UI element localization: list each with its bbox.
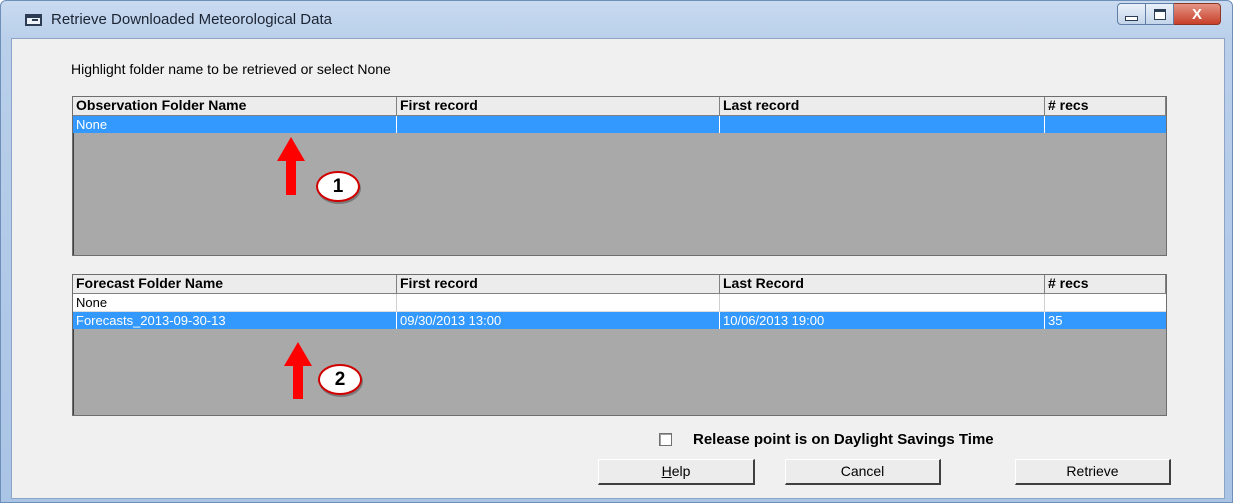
table-row[interactable]: None bbox=[73, 294, 1166, 312]
dst-checkbox-row[interactable]: Release point is on Daylight Savings Tim… bbox=[659, 431, 994, 448]
window-title: Retrieve Downloaded Meteorological Data bbox=[51, 11, 332, 28]
window-controls: X bbox=[1117, 3, 1221, 27]
callout-number-2: 2 bbox=[318, 364, 362, 395]
window-app-icon bbox=[25, 14, 42, 26]
title-bar[interactable]: Retrieve Downloaded Meteorological Data … bbox=[1, 1, 1232, 37]
retrieve-button[interactable]: Retrieve bbox=[1015, 459, 1171, 485]
last-record-cell: 10/06/2013 19:00 bbox=[720, 312, 1045, 329]
help-label: elp bbox=[671, 463, 691, 479]
minimize-icon bbox=[1125, 15, 1138, 21]
last-record-cell bbox=[720, 116, 1045, 133]
recs-cell bbox=[1045, 294, 1166, 311]
maximize-icon bbox=[1153, 8, 1166, 20]
dialog-client-area: Highlight folder name to be retrieved or… bbox=[11, 38, 1225, 499]
dst-checkbox[interactable] bbox=[659, 433, 672, 446]
column-header-recs[interactable]: # recs bbox=[1045, 97, 1166, 115]
forecast-grid-header: Forecast Folder Name First record Last R… bbox=[73, 275, 1166, 294]
maximize-button[interactable] bbox=[1146, 3, 1174, 25]
folder-name-cell: None bbox=[73, 116, 397, 133]
table-row[interactable]: None bbox=[73, 116, 1166, 133]
red-arrow-up-icon bbox=[277, 137, 305, 195]
first-record-cell: 09/30/2013 13:00 bbox=[397, 312, 720, 329]
close-button[interactable]: X bbox=[1174, 3, 1221, 25]
observation-folder-grid[interactable]: Observation Folder Name First record Las… bbox=[72, 96, 1167, 256]
recs-cell: 35 bbox=[1048, 313, 1063, 328]
help-button[interactable]: Help bbox=[598, 459, 755, 485]
first-record-cell bbox=[397, 116, 720, 133]
forecast-folder-grid[interactable]: Forecast Folder Name First record Last R… bbox=[72, 274, 1167, 416]
observation-grid-header: Observation Folder Name First record Las… bbox=[73, 97, 1166, 116]
folder-name-cell: None bbox=[73, 294, 397, 311]
minimize-button[interactable] bbox=[1117, 3, 1146, 25]
column-header-folder-name[interactable]: Forecast Folder Name bbox=[73, 275, 397, 293]
column-header-first-record[interactable]: First record bbox=[397, 97, 720, 115]
recs-cell bbox=[1045, 116, 1166, 133]
help-mnemonic: H bbox=[661, 463, 672, 479]
cancel-button[interactable]: Cancel bbox=[785, 459, 941, 485]
column-header-first-record[interactable]: First record bbox=[397, 275, 720, 293]
close-icon: X bbox=[1191, 5, 1202, 23]
column-header-folder-name[interactable]: Observation Folder Name bbox=[73, 97, 397, 115]
folder-name-cell: Forecasts_2013-09-30-13 bbox=[73, 312, 397, 329]
callout-number-1: 1 bbox=[316, 171, 360, 202]
column-header-last-record[interactable]: Last record bbox=[720, 97, 1045, 115]
dialog-window: Retrieve Downloaded Meteorological Data … bbox=[0, 0, 1233, 503]
column-header-last-record[interactable]: Last Record bbox=[720, 275, 1045, 293]
first-record-cell bbox=[397, 294, 720, 311]
table-row[interactable]: Forecasts_2013-09-30-13 09/30/2013 13:00… bbox=[73, 312, 1166, 329]
dst-checkbox-label[interactable]: Release point is on Daylight Savings Tim… bbox=[693, 431, 994, 448]
column-header-recs[interactable]: # recs bbox=[1045, 275, 1166, 293]
instruction-label: Highlight folder name to be retrieved or… bbox=[71, 61, 391, 77]
last-record-cell bbox=[720, 294, 1045, 311]
red-arrow-up-icon bbox=[284, 342, 312, 399]
